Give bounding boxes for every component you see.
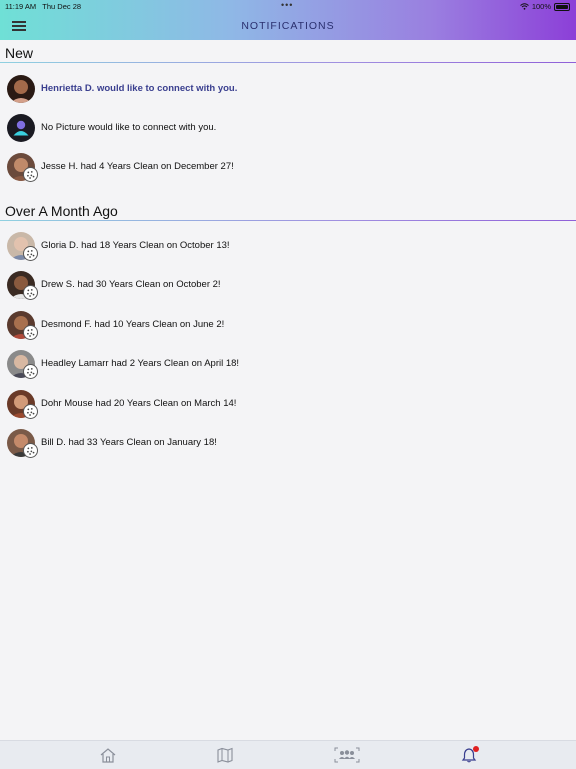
notification-row[interactable]: Gloria D. had 18 Years Clean on October … <box>0 227 576 265</box>
tab-bar <box>0 740 576 769</box>
status-time: 11:19 AM Thu Dec 28 <box>5 2 81 11</box>
avatar-photo <box>7 75 35 103</box>
section-divider <box>0 62 576 63</box>
avatar[interactable] <box>7 75 35 103</box>
notification-row[interactable]: Desmond F. had 10 Years Clean on June 2! <box>0 306 576 344</box>
milestone-keytag-icon <box>23 246 38 261</box>
notification-text: Jesse H. had 4 Years Clean on December 2… <box>41 161 234 172</box>
notification-row[interactable]: Dohr Mouse had 20 Years Clean on March 1… <box>0 385 576 423</box>
battery-percentage: 100% <box>531 2 551 11</box>
multitasking-dots-icon[interactable]: ••• <box>281 0 293 10</box>
notification-row[interactable]: Jesse H. had 4 Years Clean on December 2… <box>0 148 576 186</box>
milestone-keytag-icon <box>23 443 38 458</box>
milestone-keytag-icon <box>23 285 38 300</box>
notification-badge <box>473 746 479 752</box>
battery-icon <box>554 2 570 11</box>
notification-text: Henrietta D. would like to connect with … <box>41 83 238 94</box>
milestone-keytag-icon <box>23 167 38 182</box>
notification-row[interactable]: Henrietta D. would like to connect with … <box>0 70 576 108</box>
user-placeholder-icon <box>7 114 35 142</box>
home-icon[interactable] <box>99 747 117 763</box>
group-icon[interactable] <box>334 747 360 763</box>
milestone-keytag-icon <box>23 364 38 379</box>
notification-row[interactable]: Headley Lamarr had 2 Years Clean on Apri… <box>0 345 576 383</box>
notification-row[interactable]: No Picture would like to connect with yo… <box>0 109 576 147</box>
section-title-new: New <box>5 45 34 61</box>
section-divider <box>0 220 576 221</box>
status-date-value: Thu Dec 28 <box>42 2 82 11</box>
page-title: NOTIFICATIONS <box>241 20 335 32</box>
notification-text: No Picture would like to connect with yo… <box>41 122 217 133</box>
notifications-tab[interactable] <box>460 746 479 763</box>
status-bar: 11:19 AM Thu Dec 28 ••• 100% <box>0 0 576 12</box>
notification-row[interactable]: Bill D. had 33 Years Clean on January 18… <box>0 424 576 462</box>
milestone-keytag-icon <box>23 404 38 419</box>
notification-text: Drew S. had 30 Years Clean on October 2! <box>41 279 221 290</box>
status-time-value: 11:19 AM <box>5 2 37 11</box>
section-title-older: Over A Month Ago <box>5 203 118 219</box>
notification-text: Bill D. had 33 Years Clean on January 18… <box>41 437 217 448</box>
status-indicators: 100% <box>519 2 570 11</box>
notification-row[interactable]: Drew S. had 30 Years Clean on October 2! <box>0 266 576 304</box>
milestone-keytag-icon <box>23 325 38 340</box>
notification-text: Headley Lamarr had 2 Years Clean on Apri… <box>41 358 240 369</box>
notification-text: Desmond F. had 10 Years Clean on June 2! <box>41 319 225 330</box>
wifi-icon <box>519 3 529 10</box>
map-icon[interactable] <box>216 747 234 763</box>
notification-text: Gloria D. had 18 Years Clean on October … <box>41 240 230 251</box>
avatar-placeholder[interactable] <box>7 114 35 142</box>
notification-text: Dohr Mouse had 20 Years Clean on March 1… <box>41 398 237 409</box>
